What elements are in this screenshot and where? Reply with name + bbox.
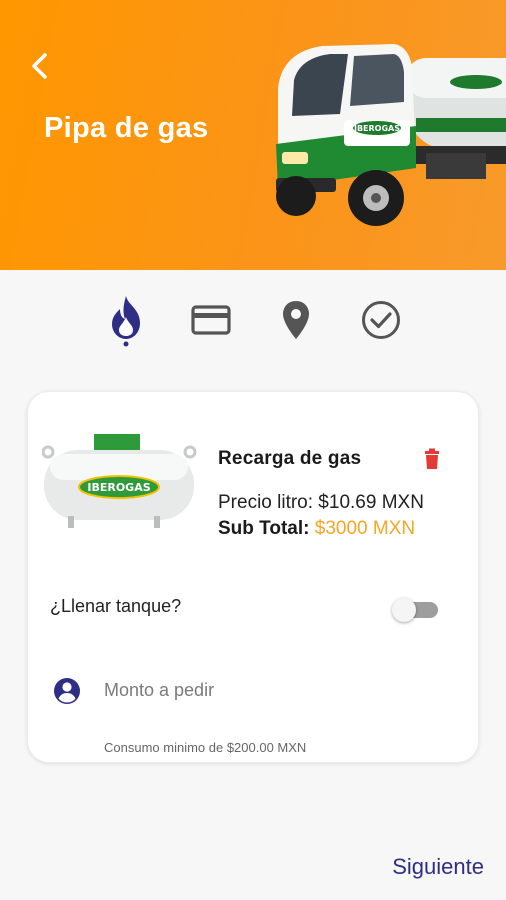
check-circle-icon [362,301,400,339]
account-circle-icon [54,678,80,704]
tank-brand-label: IBEROGAS [87,481,150,494]
subtotal-value: $3000 MXN [314,518,416,539]
back-button[interactable] [22,46,58,86]
header-banner: Pipa de gas IBEROGAS [0,0,506,270]
truck-brand-label: IBEROGAS [354,124,400,133]
step-gas[interactable] [102,292,150,348]
price-per-liter: Precio litro: $10.69 MXN [218,492,424,513]
chevron-left-icon [32,53,47,79]
order-steps [0,292,506,348]
step-location[interactable] [272,292,320,348]
step-confirm[interactable] [357,292,405,348]
order-card: IBEROGAS Recarga de gas Precio litro: $1… [27,391,479,763]
location-pin-icon [283,301,309,339]
minimum-consumption-note: Consumo minimo de $200.00 MXN [104,740,307,755]
fill-tank-label: ¿Llenar tanque? [50,596,182,616]
flame-icon [112,296,140,347]
gas-truck-image: IBEROGAS [276,44,506,226]
amount-input[interactable] [104,675,444,705]
subtotal-label: Sub Total: [218,518,310,539]
toggle-thumb [392,598,416,622]
trash-icon [425,448,439,469]
step-payment[interactable] [187,292,235,348]
delete-item-button[interactable] [421,446,443,472]
amount-row [50,672,456,708]
credit-card-icon [191,305,231,335]
product-name: Recarga de gas [218,448,362,469]
gas-tank-image: IBEROGAS [42,434,197,528]
page-title: Pipa de gas [44,112,209,144]
fill-tank-toggle[interactable] [390,597,442,623]
next-button[interactable]: Siguiente [392,854,484,880]
subtotal: Sub Total: $3000 MXN [218,518,415,540]
